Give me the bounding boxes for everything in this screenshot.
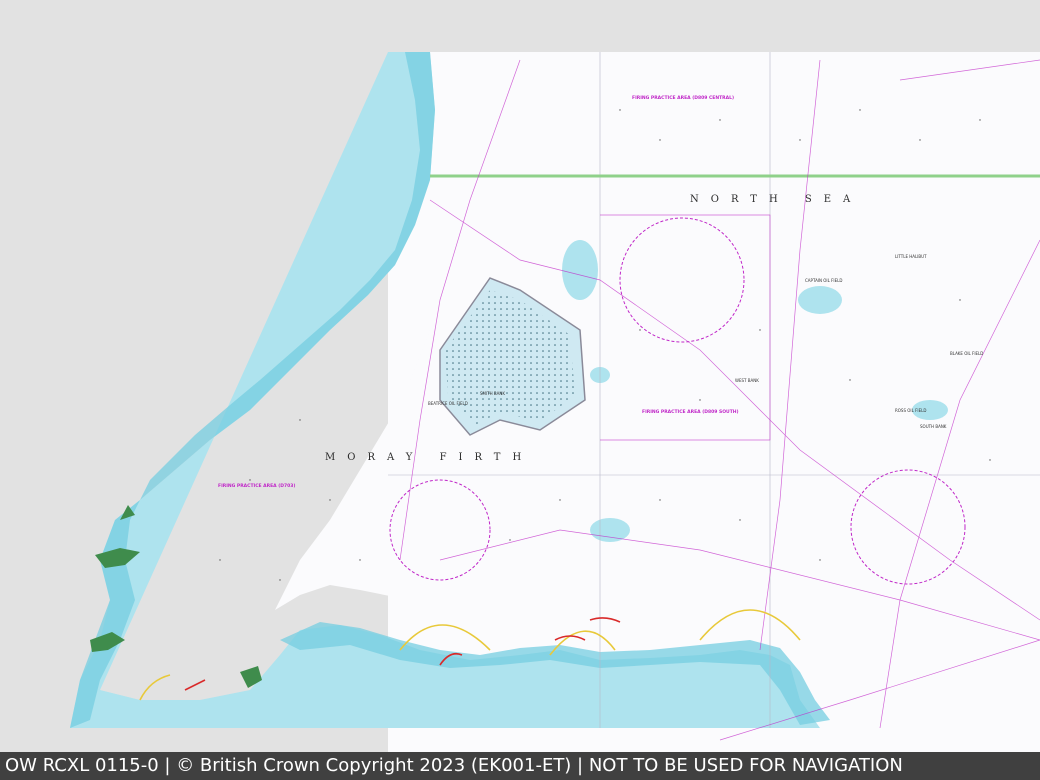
label-blake: BLAKE OIL FIELD — [950, 351, 983, 356]
label-beatrice: BEATRICE OIL FIELD — [428, 401, 468, 406]
label-south-bank: SOUTH BANK — [920, 424, 947, 429]
label-moray-firth: MORAY FIRTH — [325, 452, 533, 463]
label-firing-west: FIRING PRACTICE AREA (D703) — [218, 483, 295, 489]
label-west-bank: WEST BANK — [735, 378, 759, 383]
chart-viewer[interactable]: NORTH SEA MORAY FIRTH FIRING PRACTICE AR… — [0, 0, 1040, 780]
copyright-footer: OW RCXL 0115-0 | © British Crown Copyrig… — [0, 752, 1040, 780]
label-little-halibut: LITTLE HALIBUT — [895, 254, 927, 259]
label-firing-central: FIRING PRACTICE AREA (D809 CENTRAL) — [632, 95, 734, 101]
label-smith-bank: SMITH BANK — [480, 391, 505, 396]
label-captain: CAPTAIN OIL FIELD — [805, 278, 842, 283]
label-north-sea: NORTH SEA — [690, 194, 862, 205]
chart-canvas: NORTH SEA MORAY FIRTH FIRING PRACTICE AR… — [0, 0, 1040, 752]
label-ross: ROSS OIL FIELD — [895, 408, 926, 413]
nautical-chart[interactable]: NORTH SEA MORAY FIRTH FIRING PRACTICE AR… — [0, 0, 1040, 752]
label-firing-south: FIRING PRACTICE AREA (D809 SOUTH) — [642, 409, 739, 415]
